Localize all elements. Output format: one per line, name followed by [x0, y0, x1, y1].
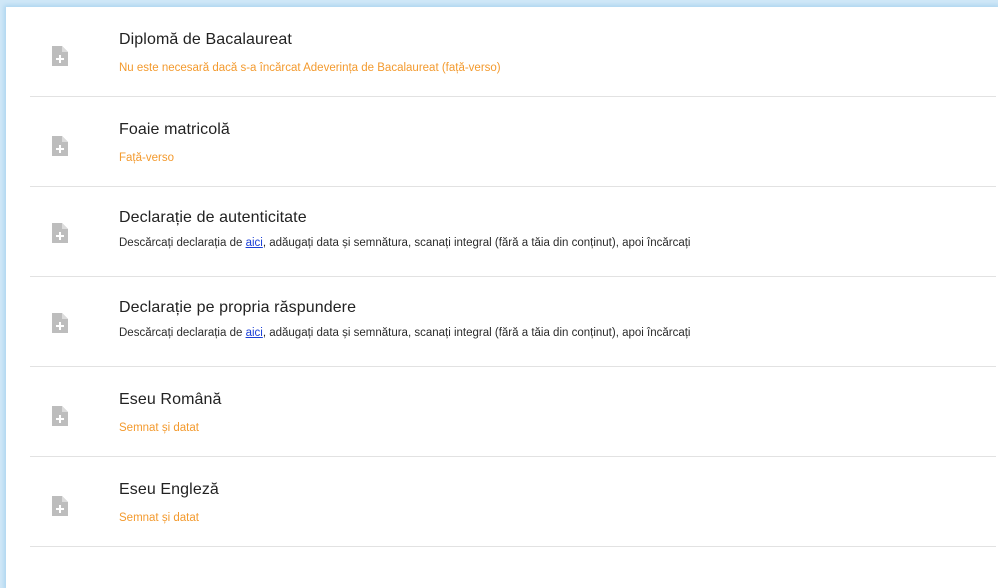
document-item-eseu-romana[interactable]: Eseu Română Semnat și datat — [30, 367, 996, 457]
document-instructions: Descărcați declarația de aici, adăugați … — [119, 237, 691, 249]
document-title: Diplomă de Bacalaureat — [119, 31, 292, 48]
document-item-eseu-engleza[interactable]: Eseu Engleză Semnat și datat — [30, 457, 996, 547]
file-add-icon[interactable] — [52, 496, 68, 516]
document-hint: Față-verso — [119, 152, 174, 164]
document-title: Foaie matricolă — [119, 121, 230, 138]
file-add-icon[interactable] — [52, 223, 68, 243]
instructions-text-before: Descărcați declarația de — [119, 327, 246, 339]
document-instructions: Descărcați declarația de aici, adăugați … — [119, 327, 691, 339]
document-item-declaratie-autenticitate[interactable]: Declarație de autenticitate Descărcați d… — [30, 187, 996, 277]
instructions-text-after: , adăugați data și semnătura, scanați in… — [262, 327, 691, 339]
document-hint: Nu este necesară dacă s-a încărcat Adeve… — [119, 62, 501, 74]
file-add-icon[interactable] — [52, 313, 68, 333]
instructions-text-before: Descărcați declarația de — [119, 237, 246, 249]
file-add-icon[interactable] — [52, 136, 68, 156]
document-upload-panel: Diplomă de Bacalaureat Nu este necesară … — [6, 7, 998, 588]
document-title: Eseu Română — [119, 391, 222, 408]
document-title: Declarație de autenticitate — [119, 209, 307, 226]
file-add-icon[interactable] — [52, 46, 68, 66]
download-declaration-link[interactable]: aici — [246, 237, 263, 249]
document-hint: Semnat și datat — [119, 512, 199, 524]
instructions-text-after: , adăugați data și semnătura, scanați in… — [262, 237, 691, 249]
document-title: Declarație pe propria răspundere — [119, 299, 357, 316]
document-hint: Semnat și datat — [119, 422, 199, 434]
file-add-icon[interactable] — [52, 406, 68, 426]
document-title: Eseu Engleză — [119, 481, 219, 498]
document-item-foaie-matricola[interactable]: Foaie matricolă Față-verso — [30, 97, 996, 187]
document-list: Diplomă de Bacalaureat Nu este necesară … — [30, 7, 996, 547]
document-item-diploma-bacalaureat[interactable]: Diplomă de Bacalaureat Nu este necesară … — [30, 7, 996, 97]
document-item-declaratie-propria-raspundere[interactable]: Declarație pe propria răspundere Descărc… — [30, 277, 996, 367]
download-declaration-link[interactable]: aici — [246, 327, 263, 339]
